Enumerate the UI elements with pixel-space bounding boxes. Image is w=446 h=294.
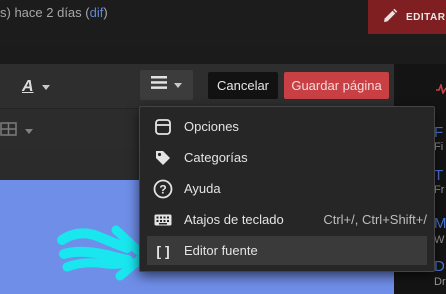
revision-info: s) hace 2 días (dif) bbox=[0, 5, 108, 20]
sidebar-subtext: Fr bbox=[434, 184, 445, 196]
keyboard-icon bbox=[152, 209, 174, 231]
menu-item-label: Editor fuente bbox=[184, 243, 258, 258]
hamburger-icon bbox=[151, 76, 167, 94]
menu-item-help[interactable]: ? Ayuda bbox=[147, 174, 427, 203]
table-icon bbox=[0, 122, 17, 141]
sidebar-link[interactable]: D bbox=[434, 258, 445, 275]
sidebar-link[interactable]: M bbox=[434, 215, 446, 232]
tag-icon bbox=[152, 147, 174, 169]
annotation-arrow bbox=[57, 225, 149, 281]
text-style-icon: A bbox=[22, 78, 34, 95]
menu-item-label: Opciones bbox=[184, 119, 239, 134]
sidebar-link[interactable]: F bbox=[434, 124, 443, 141]
menu-item-options[interactable]: Opciones bbox=[147, 112, 427, 141]
pencil-icon bbox=[382, 8, 398, 27]
page-options-menu-button[interactable] bbox=[140, 70, 193, 100]
menu-item-label: Atajos de teclado bbox=[184, 212, 284, 227]
sidebar-subtext: W bbox=[434, 234, 445, 246]
text-style-dropdown[interactable]: A bbox=[22, 78, 50, 96]
options-icon bbox=[152, 116, 174, 138]
diff-link[interactable]: dif bbox=[90, 5, 104, 20]
chevron-down-icon bbox=[41, 84, 50, 90]
sidebar-subtext: Fi bbox=[434, 141, 444, 153]
revision-text: s) hace 2 días ( bbox=[0, 5, 90, 20]
table-tool[interactable] bbox=[0, 122, 33, 141]
edit-label: EDITAR bbox=[406, 11, 446, 23]
menu-item-categories[interactable]: Categorías bbox=[147, 143, 427, 172]
menu-item-shortcut: Ctrl+/, Ctrl+Shift+/ bbox=[323, 212, 427, 227]
revision-suffix: ) bbox=[103, 5, 108, 20]
brackets-icon: [ ] bbox=[156, 242, 170, 259]
menu-item-keyboard-shortcuts[interactable]: Atajos de teclado Ctrl+/, Ctrl+Shift+/ bbox=[147, 205, 427, 234]
sidebar-link[interactable]: T bbox=[434, 167, 443, 184]
help-icon: ? bbox=[152, 178, 174, 200]
svg-text:?: ? bbox=[159, 182, 166, 196]
activity-icon bbox=[436, 84, 446, 94]
menu-item-source-editor[interactable]: [ ] Editor fuente bbox=[147, 236, 427, 265]
menu-item-label: Categorías bbox=[184, 150, 248, 165]
cancel-button[interactable]: Cancelar bbox=[208, 72, 278, 99]
sidebar-subtext: Dr bbox=[434, 276, 446, 288]
menu-item-label: Ayuda bbox=[184, 181, 221, 196]
chevron-down-icon bbox=[174, 82, 182, 88]
save-page-button[interactable]: Guardar página bbox=[284, 72, 389, 99]
chevron-down-icon bbox=[25, 129, 33, 134]
edit-button[interactable]: EDITAR bbox=[368, 0, 446, 34]
